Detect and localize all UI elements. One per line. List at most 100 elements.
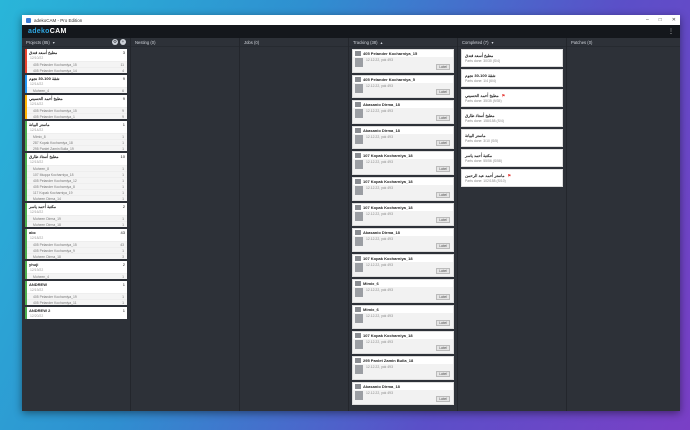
project-date: 12/20/22 [30, 314, 44, 318]
label-button[interactable]: Label [436, 165, 450, 172]
project-header: مكتبة أحمد ياسر 2 [27, 203, 127, 210]
tracking-card[interactable]: 107 Kopak Kocharniya_18 12.12.22, yok 493… [352, 151, 454, 175]
tracking-header[interactable]: Tracking (38) ▴ [349, 38, 457, 47]
project-item[interactable]: Muheen Dirma_18 1 [27, 221, 127, 227]
tracking-card[interactable]: Mimix_6 12.12.22, yok 493 Label [352, 304, 454, 329]
label-button[interactable]: Label [436, 396, 450, 403]
completed-card-name: مطبخ أستاذ طارق [465, 112, 495, 118]
tracking-card[interactable]: 295 Panlet Zamin Bulla_18 12.12.22, yok 4… [352, 356, 454, 380]
menu-icon[interactable]: ⋮ [668, 28, 674, 35]
tracking-card[interactable]: Mimix_6 12.12.22, yok 493 Label [352, 279, 454, 303]
project-header: yhuji 2 [27, 261, 127, 268]
part-thumbnail [355, 358, 361, 364]
label-button[interactable]: Label [436, 293, 450, 300]
jobs-header[interactable]: Jobs (0) [240, 38, 348, 47]
tracking-card[interactable]: 107 Kopak Kocharniya_18 12.12.22, yok 493… [352, 330, 454, 355]
project-item[interactable]: 405 Pelander Kocharniya_11 1 [27, 299, 127, 305]
completed-card[interactable]: مكتبة أحمد ياسر Parts done: 55/56 (S/58) [461, 149, 563, 167]
completed-card-name: ماستر البيانة [465, 132, 486, 138]
project-header: abc 43 [27, 229, 127, 236]
completed-card[interactable]: مطبخ أسعد فندق Parts done: 30/30 (S/4) [461, 49, 563, 67]
project-item[interactable]: Muheen_4 1 [27, 273, 127, 279]
completed-card-header: مطبخ أسعد فندق [465, 51, 559, 59]
tracking-card-date: 12.12.22, yok 493 [366, 339, 393, 344]
part-thumbnail [355, 383, 361, 389]
tracking-card-header: 107 Kopak Kocharniya_18 [353, 331, 453, 339]
completed-header[interactable]: Completed (7) ▾ [458, 38, 566, 47]
project-card[interactable]: شقة 100-30 نجوم 9 12/14/22 Muheen_4 6 [25, 75, 127, 93]
label-button[interactable]: Label [436, 217, 450, 224]
project-item[interactable]: Muheen Dirma_18 3 [27, 253, 127, 259]
project-card[interactable]: مطبخ أسعد فندق 3 12/10/22 405 Pelander Koch… [25, 49, 127, 73]
tracking-card[interactable]: Akasanio Dirma_18 12.12.22, yok 493 Label [352, 125, 454, 150]
label-button[interactable]: Label [436, 140, 450, 147]
projects-header[interactable]: Projects (85) ▾ ⚙ + [22, 38, 130, 47]
label-button[interactable]: Label [436, 63, 450, 70]
project-item[interactable]: 295 Panlet Zamin Bulla_19 1 [27, 145, 127, 151]
sheet-preview-image [355, 160, 363, 170]
completed-card[interactable]: شقة 100-30 نجوم Parts done: 1/4 (6/4) [461, 69, 563, 87]
project-item-name: 117 Kopak Kocharniya_19 [33, 190, 73, 195]
part-thumbnail [355, 76, 361, 82]
project-item-name: Muheen_4 [33, 274, 50, 279]
sheet-preview-image [355, 262, 363, 272]
label-button[interactable]: Label [436, 370, 450, 377]
tracking-card-name: Akasanio Dirma_18 [363, 102, 400, 108]
tracking-card-name: Akasanio Dirma_18 [363, 230, 400, 236]
maximize-button[interactable]: □ [659, 17, 662, 23]
tracking-card-name: 405 Pelander Kocharniya_5 [363, 76, 416, 82]
label-button[interactable]: Label [436, 319, 450, 326]
projects-column: Projects (85) ▾ ⚙ + مطبخ أسعد فندق 3 12/10/2… [22, 38, 131, 411]
label-button[interactable]: Label [436, 242, 450, 249]
completed-card-header: ماستر أحمد عبد الرحمن ⚑ [465, 171, 559, 179]
tracking-card-name: Akasanio Dirma_18 [363, 383, 400, 389]
flag-icon: ⚑ [507, 172, 512, 178]
settings-icon[interactable]: ⚙ [112, 39, 118, 45]
project-card[interactable]: مكتبة أحمد ياسر 2 12/16/22 Muheen Dirma_19 1… [25, 203, 127, 227]
tracking-card[interactable]: Akasanio Dirma_18 12.12.22, yok 493 Label [352, 228, 454, 252]
label-button[interactable]: Label [436, 345, 450, 352]
label-button[interactable]: Label [436, 191, 450, 198]
tracking-card[interactable]: 405 Pelander Kocharniya_5 12.12.22, yok 4… [352, 74, 454, 99]
completed-card[interactable]: ماستر أحمد عبد الرحمن ⚑ Parts done: 102/15… [461, 169, 563, 187]
close-button[interactable]: ✕ [672, 17, 676, 23]
completed-card-header: مكتبة أحمد ياسر [465, 151, 559, 159]
nesting-header[interactable]: Nesting (0) [131, 38, 239, 47]
project-item[interactable]: Muheen_4 6 [27, 87, 127, 93]
minimize-button[interactable]: – [646, 17, 649, 23]
patches-header[interactable]: Patches (0) [567, 38, 680, 47]
completed-card[interactable]: مطبخ أستاذ طارق Parts done: 158/158 (S/4) [461, 109, 563, 127]
label-button[interactable]: Label [436, 89, 450, 96]
add-icon[interactable]: + [120, 39, 126, 45]
project-card[interactable]: yhuji 2 12/19/22 Muheen_4 1 [25, 261, 127, 279]
project-count: 9 [122, 76, 125, 81]
chevron-down-icon[interactable]: ▾ [492, 40, 494, 45]
label-button[interactable]: Label [436, 114, 450, 121]
label-button[interactable]: Label [436, 268, 450, 275]
chevron-down-icon[interactable]: ▾ [53, 40, 55, 45]
sheet-preview-image [355, 390, 363, 400]
tracking-card[interactable]: Akasanio Dirma_18 12.12.22, yok 493 Label [352, 100, 454, 124]
completed-card-header: ماستر البيانة [465, 131, 559, 139]
project-item[interactable]: Muheen Dirma_14 1 [27, 195, 127, 201]
tracking-card[interactable]: 405 Pelander Kocharniya_15 12.12.22, yok … [352, 49, 454, 73]
project-card[interactable]: مطبخ أحمد الحسيني 9 12/14/22 405 Pelander K… [25, 95, 127, 119]
project-item[interactable]: 405 Pelander Kocharniya_14 4 [27, 67, 127, 73]
project-item-name: Muheen_8 [33, 166, 50, 171]
part-thumbnail [355, 153, 361, 159]
project-card[interactable]: ANDREW 1 12/19/22 405 Pelander Kocharniya_1… [25, 281, 127, 305]
tracking-card[interactable]: 107 Kopak Kocharniya_18 12.12.22, yok 493… [352, 253, 454, 278]
tracking-card-name: Mimix_6 [363, 281, 379, 287]
chevron-up-icon[interactable]: ▴ [381, 40, 383, 45]
project-item-name: Muheen Dirma_19 [33, 216, 61, 221]
completed-card[interactable]: مطبخ أحمد الحسيني ⚑ Parts done: 35/35 (9/3… [461, 89, 563, 107]
completed-card[interactable]: ماستر البيانة Parts done: 3/10 (S/5) [461, 129, 563, 147]
project-item[interactable]: 405 Pelander Kocharniya_1 9 [27, 113, 127, 119]
tracking-card[interactable]: 107 Kopak Kocharniya_18 12.12.22, yok 493… [352, 202, 454, 227]
project-card[interactable]: مطبخ أستاذ طارق 10 12/15/22 Muheen_8 1 107 Mu… [25, 153, 127, 201]
project-card[interactable]: abc 43 12/18/22 405 Pelander Kocharniya_15 4… [25, 229, 127, 259]
tracking-card[interactable]: Akasanio Dirma_18 12.12.22, yok 493 Label [352, 381, 454, 406]
project-card[interactable]: ماستر البيانة 1 12/14/22 Mimix_8 1 287 Kopak … [25, 121, 127, 151]
project-card[interactable]: ANDREW 2 1 12/20/22 [25, 307, 127, 319]
tracking-card[interactable]: 107 Kopak Kocharniya_18 12.12.22, yok 493… [352, 176, 454, 201]
